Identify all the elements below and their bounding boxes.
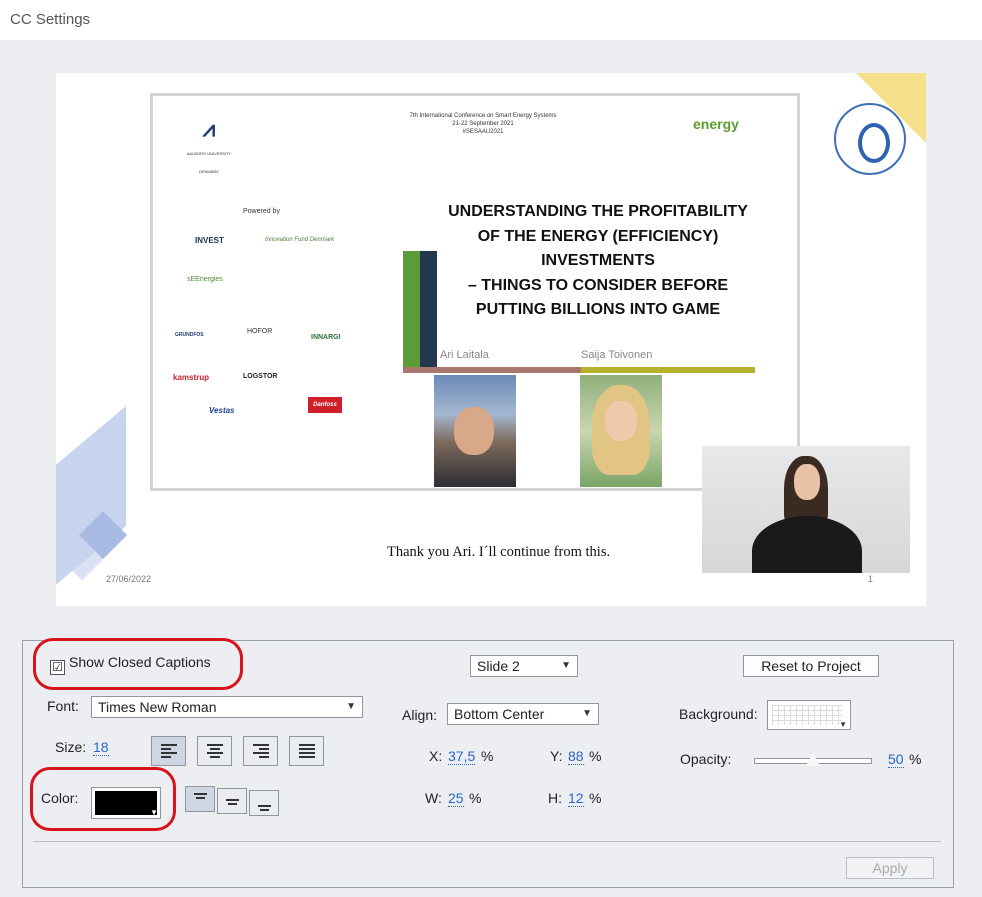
- chevron-down-icon: ▼: [582, 708, 592, 719]
- w-value[interactable]: 25: [448, 791, 464, 807]
- slide-content: ⩘ AALBORG UNIVERSITY DENMARK 7th Interna…: [150, 93, 800, 491]
- energy-logo: energy: [693, 116, 739, 132]
- decor-line: [403, 367, 581, 373]
- sponsor-logo: sEEnergies: [187, 276, 223, 283]
- align-right-icon[interactable]: [243, 736, 278, 766]
- decor-line: [581, 367, 755, 373]
- font-label: Font:: [47, 698, 79, 714]
- size-value[interactable]: 18: [93, 740, 109, 756]
- sponsor-logo: Vestas: [209, 406, 235, 415]
- opacity-unit: %: [909, 751, 922, 767]
- chevron-down-icon: ▼: [346, 701, 356, 712]
- slide-select[interactable]: Slide 2 ▼: [470, 655, 578, 677]
- background-color-picker[interactable]: ▼: [767, 700, 851, 730]
- opacity-slider[interactable]: [754, 753, 872, 766]
- conference-hashtag: #SESAAU2021: [462, 129, 504, 135]
- h-unit: %: [589, 790, 602, 806]
- background-label: Background:: [679, 706, 758, 722]
- size-label: Size:: [55, 739, 87, 755]
- x-value[interactable]: 37,5: [448, 749, 476, 765]
- h-value[interactable]: 12: [568, 791, 584, 807]
- conference-badge-icon: [834, 103, 906, 175]
- font-select[interactable]: Times New Roman ▼: [91, 696, 363, 718]
- align-center-icon[interactable]: [197, 736, 232, 766]
- sponsor-logo: HOFOR: [247, 328, 273, 335]
- sponsor-logo: INVEST: [195, 236, 224, 245]
- university-logo-text: AALBORG UNIVERSITY DENMARK: [186, 151, 232, 174]
- align-left-icon[interactable]: [151, 736, 186, 766]
- valign-middle-icon[interactable]: [217, 788, 247, 814]
- university-logo: ⩘ AALBORG UNIVERSITY DENMARK: [179, 116, 239, 174]
- x-label: X:: [429, 748, 443, 764]
- align-label: Align:: [402, 707, 438, 723]
- window-title: CC Settings: [10, 11, 91, 28]
- sponsor-logo: Innovation Fund Denmark: [265, 237, 335, 243]
- align-justify-icon[interactable]: [289, 736, 324, 766]
- decor-bar: [420, 251, 437, 367]
- presenter-photo: [434, 375, 516, 487]
- valign-top-icon[interactable]: [185, 786, 215, 812]
- annotation-circle: [33, 638, 243, 690]
- title-bar: CC Settings: [0, 0, 982, 40]
- presenter-photo: [580, 375, 662, 487]
- h-label: H:: [548, 790, 562, 806]
- conference-date: 21-22 September 2021: [452, 121, 514, 127]
- w-unit: %: [469, 790, 482, 806]
- opacity-slider-thumb[interactable]: [806, 753, 820, 766]
- slide-title: UNDERSTANDING THE PROFITABILITY OF THE E…: [448, 203, 748, 318]
- presenter-video: [702, 446, 910, 573]
- sponsor-logo: Danfoss: [308, 397, 342, 413]
- opacity-label: Opacity:: [680, 751, 732, 767]
- divider: [33, 841, 941, 842]
- y-unit: %: [589, 748, 602, 764]
- y-label: Y:: [550, 748, 563, 764]
- caption-preview: ⩘ AALBORG UNIVERSITY DENMARK 7th Interna…: [56, 73, 926, 606]
- sponsor-logo: kamstrup: [173, 373, 210, 382]
- opacity-value[interactable]: 50: [888, 752, 904, 768]
- apply-button[interactable]: Apply: [846, 857, 934, 879]
- closed-caption-text: Thank you Ari. I´ll continue from this.: [387, 544, 611, 560]
- decor-bar: [403, 251, 420, 367]
- presenter-name: Ari Laitala: [440, 349, 489, 361]
- presenter-name: Saija Toivonen: [581, 349, 653, 361]
- conference-name: 7th International Conference on Smart En…: [409, 113, 557, 119]
- powered-by: Powered by: [243, 208, 280, 215]
- chevron-down-icon: ▼: [839, 720, 847, 729]
- conference-info: 7th International Conference on Smart En…: [383, 112, 583, 136]
- university-logo-mark: ⩘: [202, 116, 216, 141]
- w-label: W:: [425, 790, 442, 806]
- valign-bottom-icon[interactable]: [249, 790, 279, 816]
- y-value[interactable]: 88: [568, 749, 584, 765]
- slide-date: 27/06/2022: [106, 574, 152, 584]
- sponsor-logo: INNARGI: [311, 334, 341, 341]
- sponsor-logo: LOGSTOR: [243, 373, 278, 380]
- sponsor-logo: GRUNDFOS: [175, 332, 204, 338]
- x-unit: %: [481, 748, 494, 764]
- slide-page-number: 1: [868, 574, 874, 584]
- align-select[interactable]: Bottom Center ▼: [447, 703, 599, 725]
- annotation-circle: [30, 767, 176, 831]
- reset-to-project-button[interactable]: Reset to Project: [743, 655, 879, 677]
- chevron-down-icon: ▼: [561, 660, 571, 671]
